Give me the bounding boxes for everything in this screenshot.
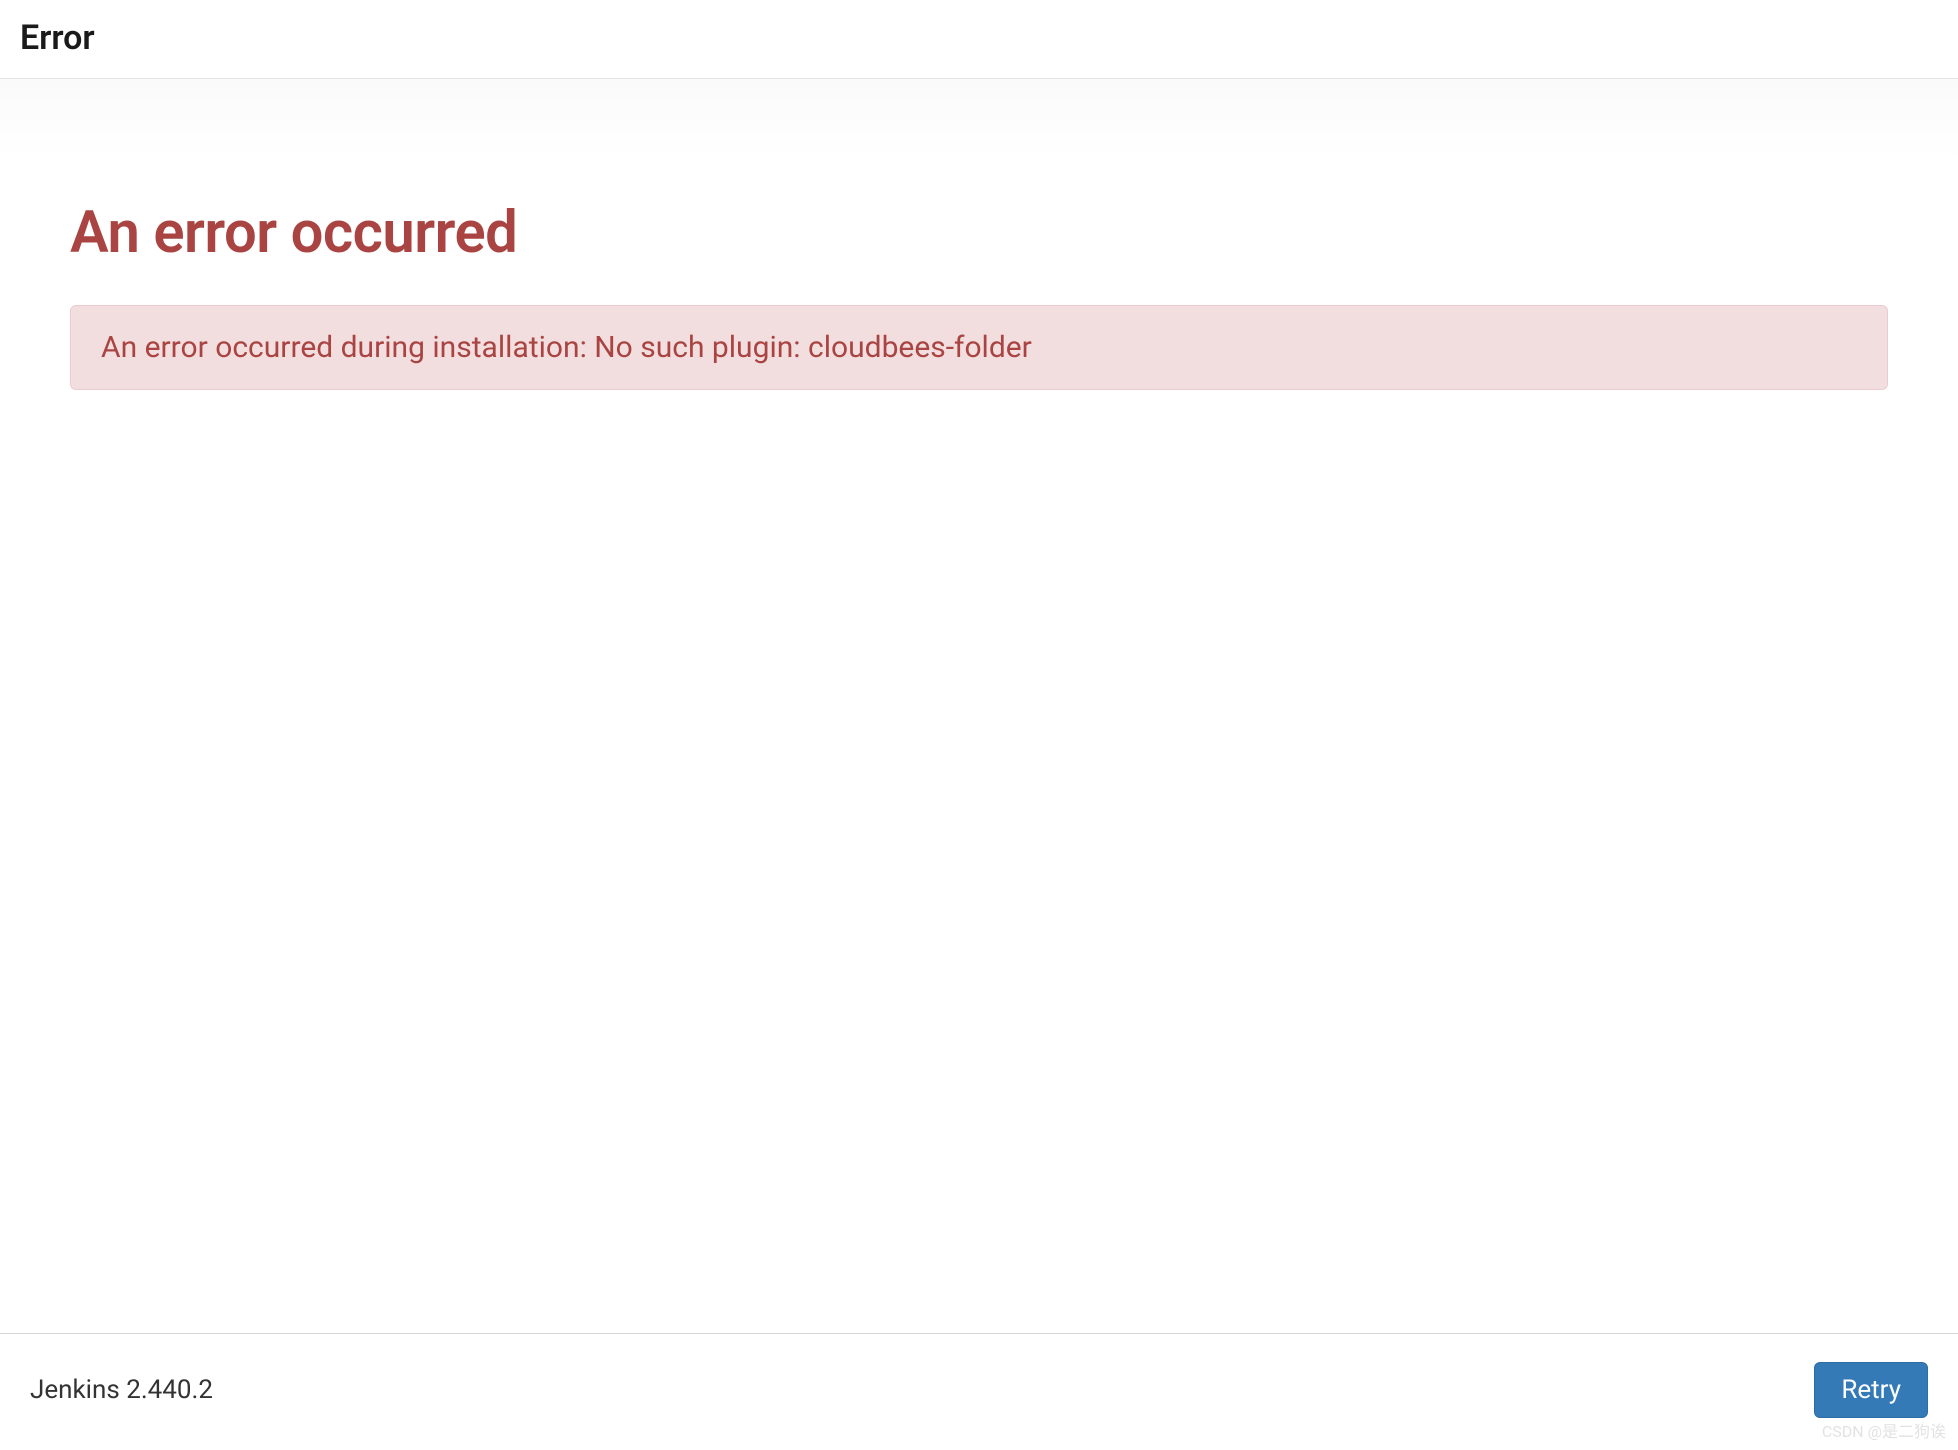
- footer-bar: Jenkins 2.440.2 Retry: [0, 1333, 1958, 1450]
- retry-button[interactable]: Retry: [1814, 1362, 1928, 1418]
- main-content: An error occurred An error occurred duri…: [0, 79, 1958, 1333]
- watermark-text: CSDN @是二狗诶: [1822, 1418, 1946, 1442]
- error-message: An error occurred during installation: N…: [101, 330, 1032, 365]
- error-alert: An error occurred during installation: N…: [70, 305, 1888, 390]
- header-bar: Error: [0, 0, 1958, 79]
- version-label: Jenkins 2.440.2: [30, 1375, 213, 1405]
- error-heading: An error occurred: [70, 199, 1888, 267]
- page-title: Error: [20, 18, 1938, 58]
